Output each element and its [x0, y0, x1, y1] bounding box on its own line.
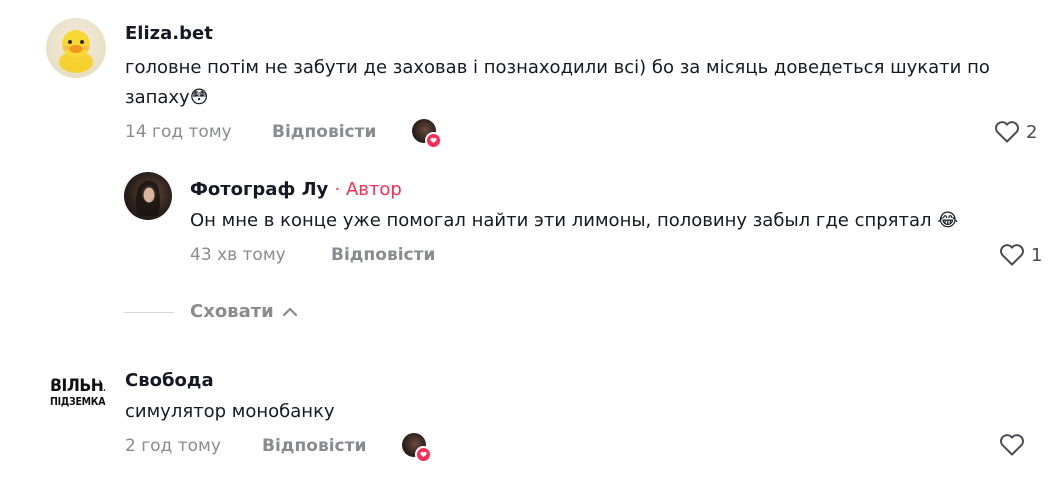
comment-username[interactable]: Фотограф Лу: [190, 179, 328, 200]
user-avatar[interactable]: [124, 172, 172, 220]
comment-text: Он мне в конце уже помогал найти эти лим…: [190, 206, 958, 236]
like-button[interactable]: 1: [999, 243, 1042, 267]
author-badge: · Автор: [334, 179, 402, 200]
heart-badge-icon: [425, 132, 442, 149]
hide-replies-button[interactable]: Сховати: [190, 301, 298, 322]
reply-button[interactable]: Відповісти: [262, 435, 366, 457]
comment-username[interactable]: Свобода: [125, 370, 214, 392]
comment-username-row: Фотограф Лу · Автор: [190, 179, 402, 201]
like-count: 1: [1031, 244, 1043, 266]
user-avatar[interactable]: ВІЛЬНА ПІДЗЕМКА: [46, 368, 106, 428]
user-avatar[interactable]: [46, 18, 106, 78]
chevron-up-icon: [282, 307, 297, 316]
replies-divider: [124, 312, 174, 313]
heart-badge-icon: [415, 446, 432, 463]
heart-icon: [995, 121, 1019, 143]
comment-timestamp: 14 год тому: [125, 122, 232, 142]
comment-text-line2: запаху: [125, 87, 190, 108]
like-button[interactable]: [999, 433, 1031, 457]
heart-icon: [1000, 244, 1024, 266]
reply-button[interactable]: Відповісти: [272, 121, 376, 143]
duck-icon: [59, 30, 93, 73]
comment-text-body: Он мне в конце уже помогал найти эти лим…: [190, 210, 932, 231]
like-count: 2: [1026, 121, 1038, 143]
laughing-emoji-icon: 😂: [937, 210, 959, 231]
heart-icon: [1000, 434, 1024, 456]
reply-button[interactable]: Відповісти: [331, 244, 435, 266]
comment-text: головне потім не забути де заховав і поз…: [125, 53, 1025, 113]
comment-username[interactable]: Eliza.bet: [125, 23, 213, 45]
logo-line2: ПІДЗЕМКА: [50, 396, 106, 408]
comment-text: симулятор монобанку: [125, 401, 335, 422]
like-button[interactable]: 2: [994, 120, 1037, 144]
comment-timestamp: 43 хв тому: [190, 245, 286, 265]
vilna-logo: ВІЛЬНА ПІДЗЕМКА: [50, 376, 106, 408]
flushed-emoji-icon: 😳: [189, 87, 209, 108]
portrait-icon: [136, 180, 160, 216]
logo-line1: ВІЛЬНА: [50, 376, 106, 396]
comment-timestamp: 2 год тому: [125, 436, 221, 456]
comment-text-line1: головне потім не забути де заховав і поз…: [125, 57, 990, 78]
hide-replies-label: Сховати: [190, 301, 274, 322]
